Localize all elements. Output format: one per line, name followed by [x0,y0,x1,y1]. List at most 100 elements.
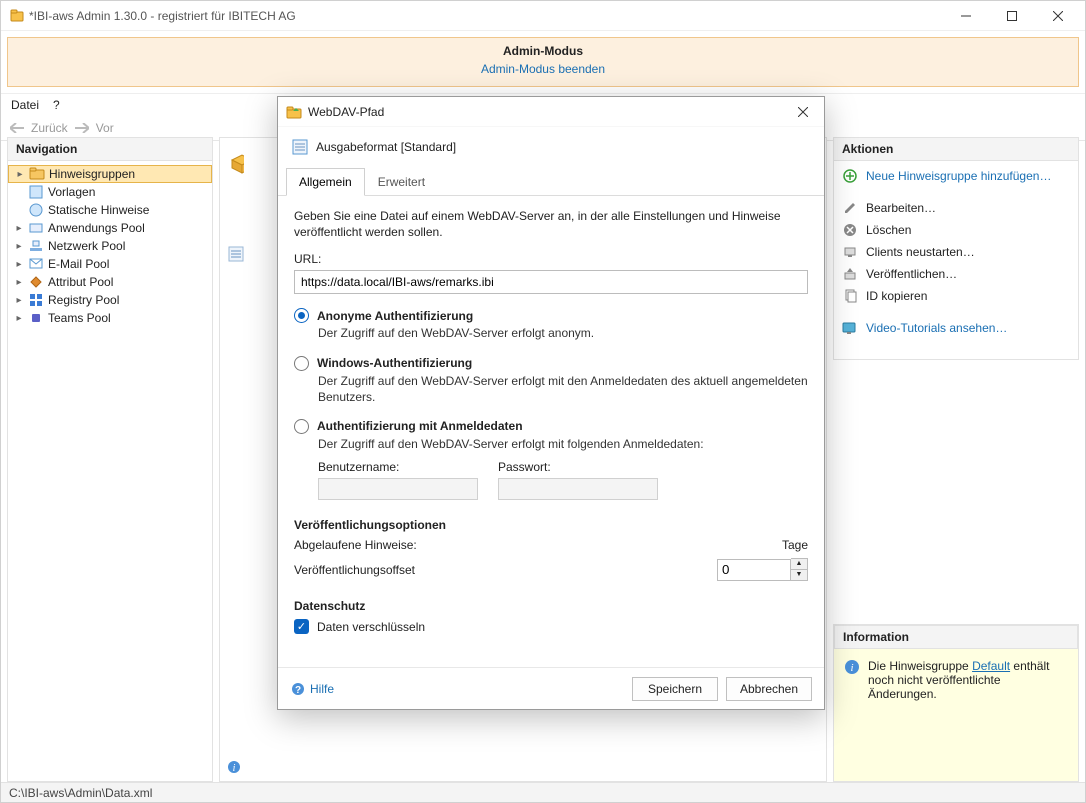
format-icon [292,139,308,155]
titlebar: *IBI-aws Admin 1.30.0 - registriert für … [1,1,1085,31]
dialog-description: Geben Sie eine Datei auf einem WebDAV-Se… [294,208,808,240]
tree-item-email[interactable]: ▸ E-Mail Pool [8,255,212,273]
edit-icon [842,200,858,216]
tree-item-attribut[interactable]: ▸ Attribut Pool [8,273,212,291]
auth-anonymous-radio[interactable]: Anonyme Authentifizierung [294,308,808,323]
tree-item-vorlagen[interactable]: Vorlagen [8,183,212,201]
spin-up-icon[interactable]: ▲ [791,559,807,570]
banner-heading: Admin-Modus [8,44,1078,58]
expand-icon[interactable]: ▸ [14,277,24,288]
tab-general[interactable]: Allgemein [286,168,365,196]
tree-label: Attribut Pool [48,275,113,289]
add-icon [842,168,858,184]
action-new-group[interactable]: Neue Hinweisgruppe hinzufügen… [834,165,1078,187]
folder-icon [29,166,45,182]
list-icon [228,246,244,262]
expand-icon[interactable]: ▸ [14,313,24,324]
cancel-button[interactable]: Abbrechen [726,677,812,701]
help-link[interactable]: ? Hilfe [290,681,624,697]
teams-icon [28,310,44,326]
tree-item-anwendungs[interactable]: ▸ Anwendungs Pool [8,219,212,237]
checkbox-checked-icon: ✓ [294,619,309,634]
offset-label: Veröffentlichungsoffset [294,563,717,577]
auth-credentials-radio[interactable]: Authentifizierung mit Anmeldedaten [294,419,808,434]
expand-icon[interactable]: ▸ [14,259,24,270]
registry-icon [28,292,44,308]
close-button[interactable] [1035,1,1081,31]
tree-item-teams[interactable]: ▸ Teams Pool [8,309,212,327]
actions-pane: Aktionen Neue Hinweisgruppe hinzufügen… … [833,137,1079,360]
save-button[interactable]: Speichern [632,677,718,701]
folder-upload-icon [286,104,302,120]
dialog-header: Ausgabeformat [Standard] [316,140,456,154]
days-input[interactable] [717,559,791,581]
info-icon: i [226,759,242,775]
dialog-tabs: Allgemein Erweitert [278,167,824,196]
app-pool-icon [28,220,44,236]
action-label: Bearbeiten… [866,201,936,215]
menu-help[interactable]: ? [53,98,60,112]
nav-back-label: Zurück [31,121,68,135]
tree-label: Statische Hinweise [48,203,149,217]
exit-admin-mode-link[interactable]: Admin-Modus beenden [8,62,1078,76]
action-label: Clients neustarten… [866,245,975,259]
days-spinner[interactable]: ▲▼ [717,558,808,581]
navigation-tree[interactable]: ▸ Hinweisgruppen Vorlagen Statische Hinw… [7,161,213,782]
video-icon [842,320,858,336]
template-icon [28,184,44,200]
username-label: Benutzername: [318,460,478,474]
url-label: URL: [294,252,808,266]
dialog-title: WebDAV-Pfad [302,105,788,119]
expand-icon[interactable]: ▸ [15,169,25,180]
window-title: *IBI-aws Admin 1.30.0 - registriert für … [25,9,943,23]
minimize-button[interactable] [943,1,989,31]
action-edit[interactable]: Bearbeiten… [834,197,1078,219]
status-path: C:\IBI-aws\Admin\Data.xml [9,786,152,800]
tree-label: Registry Pool [48,293,119,307]
auth-windows-radio[interactable]: Windows-Authentifizierung [294,356,808,371]
action-label: Neue Hinweisgruppe hinzufügen… [866,169,1051,183]
privacy-heading: Datenschutz [294,599,808,613]
information-pane: Information i Die Hinweisgruppe Default … [833,624,1079,782]
maximize-button[interactable] [989,1,1035,31]
action-video[interactable]: Video-Tutorials ansehen… [834,317,1078,339]
help-icon: ? [290,681,306,697]
nav-forward-label: Vor [96,121,114,135]
action-publish[interactable]: Veröffentlichen… [834,263,1078,285]
tree-item-netzwerk[interactable]: ▸ Netzwerk Pool [8,237,212,255]
encrypt-label: Daten verschlüsseln [317,620,425,634]
action-copy-id[interactable]: ID kopieren [834,285,1078,307]
days-label: Tage [782,538,808,552]
url-input[interactable] [294,270,808,294]
expand-icon[interactable]: ▸ [14,295,24,306]
tree-label: Hinweisgruppen [49,167,135,181]
action-restart[interactable]: Clients neustarten… [834,241,1078,263]
forward-arrow-icon[interactable] [74,120,90,136]
restart-icon [842,244,858,260]
email-icon [28,256,44,272]
attribute-icon [28,274,44,290]
note-icon [28,202,44,218]
tab-advanced[interactable]: Erweitert [365,168,438,196]
info-default-link[interactable]: Default [972,659,1010,673]
dialog-close-button[interactable] [788,100,818,124]
action-delete[interactable]: Löschen [834,219,1078,241]
publish-icon [842,266,858,282]
menu-file[interactable]: Datei [11,98,39,112]
delete-icon [842,222,858,238]
svg-text:i: i [233,763,236,774]
password-input [498,478,658,500]
app-icon [9,8,25,24]
tree-item-statische[interactable]: Statische Hinweise [8,201,212,219]
actions-pane-title: Aktionen [833,137,1079,161]
tree-item-registry[interactable]: ▸ Registry Pool [8,291,212,309]
back-arrow-icon[interactable] [9,120,25,136]
spin-down-icon[interactable]: ▼ [791,570,807,581]
tree-label: Vorlagen [48,185,95,199]
tree-item-hinweisgruppen[interactable]: ▸ Hinweisgruppen [8,165,212,183]
expand-icon[interactable]: ▸ [14,223,24,234]
expand-icon[interactable]: ▸ [14,241,24,252]
tree-label: E-Mail Pool [48,257,109,271]
encrypt-checkbox[interactable]: ✓ Daten verschlüsseln [294,619,808,634]
action-label: Löschen [866,223,911,237]
